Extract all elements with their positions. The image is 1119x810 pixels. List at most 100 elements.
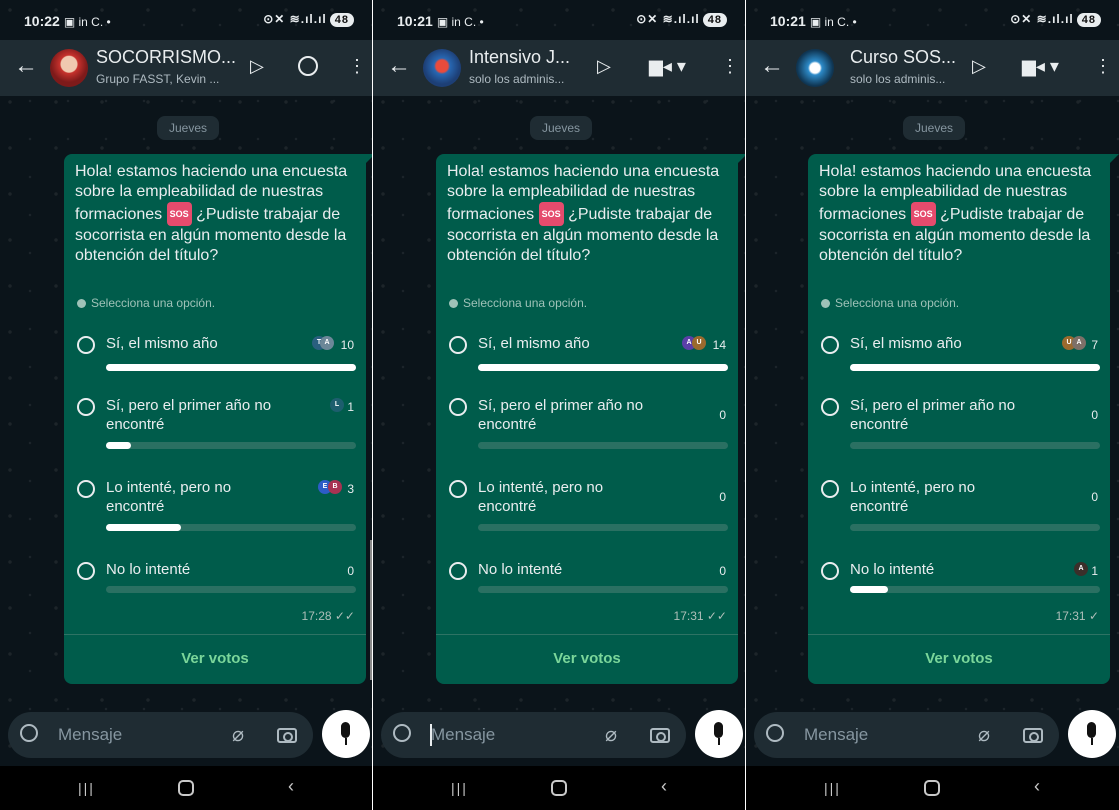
label-tag-icon[interactable]: ▷ [250,56,264,77]
attach-icon[interactable]: ⌀ [605,722,617,747]
option-label: No lo intenté [850,561,935,578]
option-label: Sí, pero el primer año no encontré [850,397,1016,433]
home-icon[interactable] [551,780,567,796]
vote-count: 3 [347,482,354,496]
vote-count: 0 [719,564,726,578]
microphone-button[interactable] [695,710,743,758]
attach-icon[interactable]: ⌀ [978,722,990,747]
radio-button[interactable] [449,480,467,498]
message-input[interactable]: Mensaje [804,725,868,745]
more-options-icon[interactable]: ⋮ [348,56,366,77]
radio-button[interactable] [449,562,467,580]
nav-back-icon[interactable]: ‹ [1034,776,1040,797]
view-votes-button[interactable]: Ver votos [436,650,738,667]
recent-apps-icon[interactable]: ||| [78,780,95,796]
microphone-button[interactable] [322,710,370,758]
group-avatar[interactable] [50,49,88,87]
status-notification-icons: ▣ in C. • [436,15,484,29]
radio-button[interactable] [449,398,467,416]
vote-bar [106,586,356,593]
recent-apps-icon[interactable]: ||| [824,780,841,796]
nav-back-icon[interactable]: ‹ [288,776,294,797]
vote-bar-fill [106,442,131,449]
home-icon[interactable] [924,780,940,796]
chat-header: ← Curso SOS... solo los adminis... ▷ ▆◂ … [746,40,1119,96]
vote-count: 7 [1091,338,1098,352]
android-nav-bar: ||| ‹ [0,766,372,810]
microphone-button[interactable] [1068,710,1116,758]
back-arrow-icon[interactable]: ← [14,54,38,78]
android-nav-bar: ||| ‹ [746,766,1119,810]
radio-button[interactable] [821,480,839,498]
chat-header: ← Intensivo J... solo los adminis... ▷ ▆… [373,40,745,96]
option-label: Lo intenté, pero no encontré [478,479,604,515]
radio-button[interactable] [821,398,839,416]
chat-subtitle[interactable]: solo los adminis... [850,72,945,86]
vote-bar-fill [106,364,356,371]
vote-bar [850,442,1100,449]
back-arrow-icon[interactable]: ← [760,54,784,78]
poll-hint: Selecciona una opción. [77,296,215,310]
vote-bar [850,586,1100,593]
voter-avatar: A [1072,336,1086,350]
nav-back-icon[interactable]: ‹ [661,776,667,797]
message-composer: Mensaje ⌀ [8,712,313,758]
chat-title[interactable]: SOCORRISMO... [96,47,236,68]
more-options-icon[interactable]: ⋮ [1094,56,1112,77]
date-chip: Jueves [157,116,220,140]
view-votes-button[interactable]: Ver votos [64,650,366,667]
divider [64,634,366,635]
check-circle-icon [77,299,86,308]
video-call-icon[interactable]: ▆◂ ▾ [649,56,686,77]
recent-apps-icon[interactable]: ||| [451,780,468,796]
vote-count: 0 [1091,490,1098,504]
radio-button[interactable] [77,336,95,354]
back-arrow-icon[interactable]: ← [387,54,411,78]
android-nav-bar: ||| ‹ [373,766,745,810]
chat-title[interactable]: Curso SOS... [850,47,956,68]
date-chip: Jueves [530,116,593,140]
vote-count: 0 [719,408,726,422]
message-timestamp: 17:28 ✓✓ [301,609,355,623]
emoji-icon[interactable] [393,724,411,742]
emoji-icon[interactable] [766,724,784,742]
radio-button[interactable] [77,398,95,416]
chat-title[interactable]: Intensivo J... [469,47,570,68]
radio-button[interactable] [821,562,839,580]
signal-icons: ⊙✕ ≋.ıl.ıl [636,12,700,26]
message-input[interactable]: Mensaje [431,725,495,745]
voice-chat-icon[interactable] [298,56,318,76]
voter-avatars: A U [682,336,706,350]
video-call-icon[interactable]: ▆◂ ▾ [1022,56,1059,77]
message-timestamp: 17:31 ✓ [1055,609,1099,623]
group-avatar[interactable] [796,49,834,87]
home-icon[interactable] [178,780,194,796]
chat-subtitle[interactable]: Grupo FASST, Kevin ... [96,72,219,86]
vote-count: 0 [1091,408,1098,422]
message-input[interactable]: Mensaje [58,725,122,745]
message-composer: Mensaje ⌀ [754,712,1059,758]
phone-screen-1: 10:22 ▣ in C. • ⊙✕ ≋.ıl.ıl 48 ← SOCORRISMO… [0,0,372,810]
label-tag-icon[interactable]: ▷ [972,56,986,77]
radio-button[interactable] [77,562,95,580]
camera-icon[interactable] [1023,728,1043,743]
vote-bar-fill [106,524,181,531]
emoji-icon[interactable] [20,724,38,742]
label-tag-icon[interactable]: ▷ [597,56,611,77]
chat-subtitle[interactable]: solo los adminis... [469,72,564,86]
more-options-icon[interactable]: ⋮ [721,56,739,77]
vote-bar [478,442,728,449]
vote-count: 0 [347,564,354,578]
vote-count: 14 [712,338,726,352]
camera-icon[interactable] [650,728,670,743]
option-label: Sí, pero el primer año no encontré [106,397,272,433]
scrollbar[interactable] [370,540,372,680]
camera-icon[interactable] [277,728,297,743]
radio-button[interactable] [77,480,95,498]
group-avatar[interactable] [423,49,461,87]
radio-button[interactable] [449,336,467,354]
radio-button[interactable] [821,336,839,354]
vote-bar [106,364,356,371]
attach-icon[interactable]: ⌀ [232,722,244,747]
view-votes-button[interactable]: Ver votos [808,650,1110,667]
